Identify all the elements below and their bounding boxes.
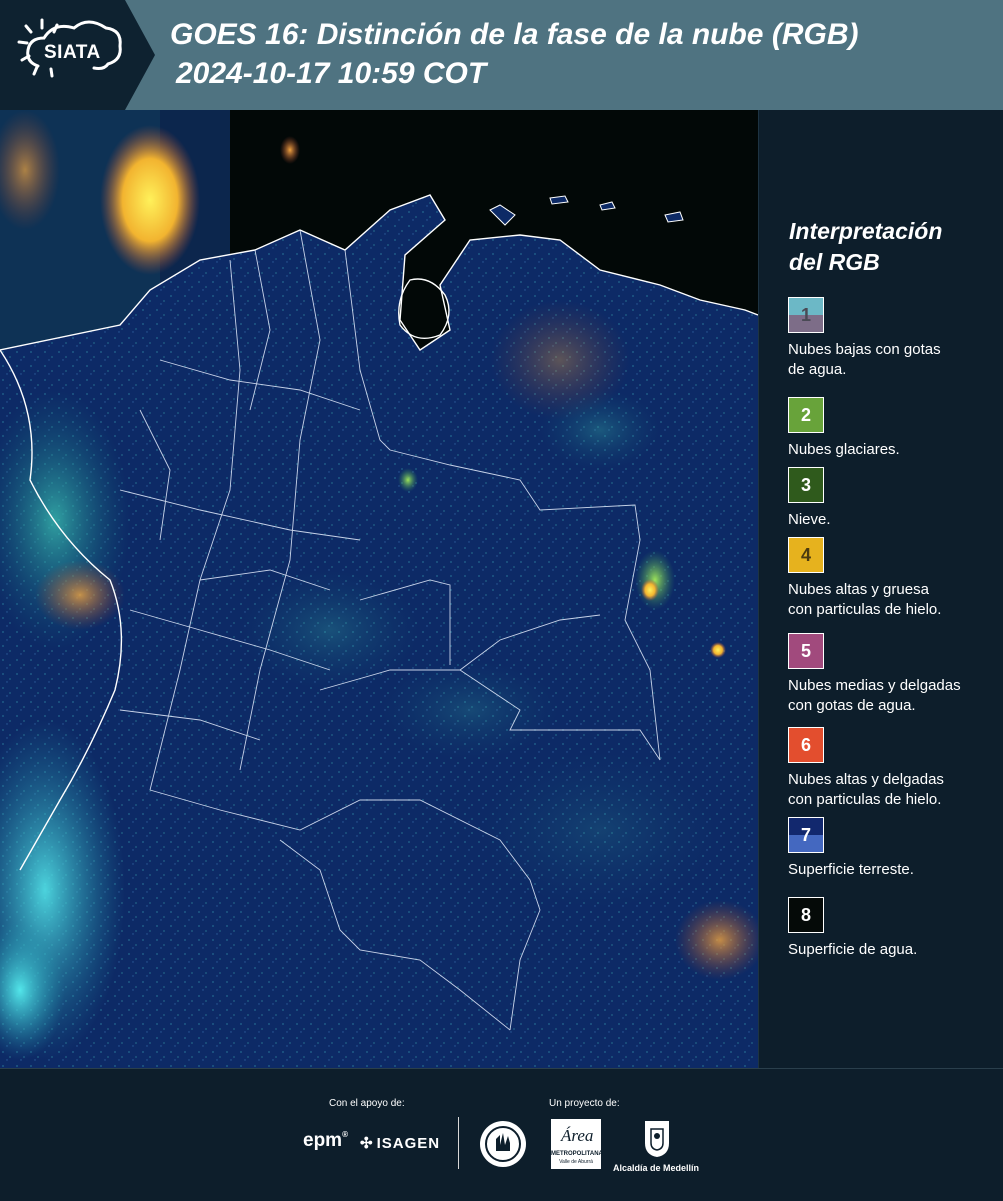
legend-label-line1: Nubes bajas con gotas (788, 341, 941, 358)
area-logo-sub1: METROPOLITANA (551, 1151, 603, 1157)
epm-logo: epm® (303, 1130, 348, 1151)
legend-panel: Interpretación del RGB 1 Nubes bajas con … (758, 110, 1003, 1068)
legend-swatch: 1 (788, 297, 824, 333)
legend-swatch: 4 (788, 537, 824, 573)
header-bar: SIATA GOES 16: Distinción de la fase de … (0, 0, 1003, 110)
legend-swatch-number: 8 (800, 905, 811, 925)
legend-swatch-number: 3 (800, 475, 811, 495)
legend-item-6: 6 Nubes altas y delgadas con particulas de… (788, 727, 1003, 810)
legend-label: Nieve. (788, 510, 1003, 530)
legend-label: Superficie terreste. (788, 860, 1003, 880)
legend-label-line1: Nubes altas y gruesa (788, 581, 929, 598)
seal-emblem-icon (480, 1121, 526, 1167)
legend-label-line1: Superficie de agua. (788, 941, 918, 958)
legend-label-line2: de agua. (788, 361, 847, 378)
project-label: Un proyecto de: (549, 1098, 620, 1109)
footer: Con el apoyo de: Un proyecto de: epm® ✣ I… (0, 1068, 1003, 1201)
legend-swatch-number: 1 (800, 305, 811, 325)
legend-swatch: 7 (788, 817, 824, 853)
legend-item-8: 8 Superficie de agua. (788, 897, 1003, 960)
legend-item-5: 5 Nubes medias y delgadas con gotas de agu… (788, 633, 1003, 716)
legend-swatch-number: 7 (800, 825, 811, 845)
legend-label: Nubes altas y delgadas con particulas de … (788, 770, 1003, 810)
alcaldia-label: Alcaldía de Medellín (613, 1163, 700, 1173)
legend-title-line2: del RGB (789, 249, 880, 275)
support-label: Con el apoyo de: (329, 1098, 405, 1109)
medellin-shield-icon (645, 1121, 669, 1157)
logo-text: SIATA (44, 42, 101, 63)
footer-divider (458, 1117, 459, 1169)
legend-label: Nubes bajas con gotas de agua. (788, 340, 1003, 380)
area-logo-text: Área (561, 1126, 594, 1145)
legend-item-2: 2 Nubes glaciares. (788, 397, 1003, 460)
map-canvas (0, 110, 758, 1068)
legend-swatch: 3 (788, 467, 824, 503)
logo-tab: SIATA (0, 0, 155, 110)
page-timestamp: 2024-10-17 10:59 COT (176, 57, 487, 90)
legend-swatch-number: 6 (800, 735, 811, 755)
isagen-logo: ✣ ISAGEN (360, 1134, 440, 1152)
legend-swatch: 2 (788, 397, 824, 433)
legend-item-4: 4 Nubes altas y gruesa con particulas de h… (788, 537, 1003, 620)
legend-label-line1: Nubes medias y delgadas (788, 677, 961, 694)
isagen-mark-icon: ✣ (360, 1135, 374, 1152)
legend-label-line1: Nubes altas y delgadas (788, 771, 944, 788)
legend-swatch: 8 (788, 897, 824, 933)
legend-item-3: 3 Nieve. (788, 467, 1003, 530)
area-metropolitana-logo: Área METROPOLITANA Valle de Aburrá (551, 1119, 603, 1169)
legend-label: Nubes altas y gruesa con particulas de hi… (788, 580, 1003, 620)
legend-item-1: 1 Nubes bajas con gotas de agua. (788, 297, 1003, 380)
isagen-logo-text: ISAGEN (376, 1135, 441, 1152)
legend-swatch-number: 2 (800, 405, 811, 425)
legend-label-line2: con gotas de agua. (788, 697, 916, 714)
satellite-map (0, 110, 758, 1068)
legend-label-line1: Nubes glaciares. (788, 441, 900, 458)
legend-label: Nubes glaciares. (788, 440, 1003, 460)
legend-label-line2: con particulas de hielo. (788, 791, 942, 808)
legend-label-line1: Nieve. (788, 511, 831, 528)
legend-label-line2: con particulas de hielo. (788, 601, 942, 618)
legend-swatch: 6 (788, 727, 824, 763)
legend-title: Interpretación del RGB (789, 216, 989, 278)
epm-logo-text: epm (303, 1130, 343, 1151)
page-title: GOES 16: Distinción de la fase de la nub… (170, 18, 859, 51)
legend-swatch-number: 4 (800, 545, 811, 565)
area-logo-sub2: Valle de Aburrá (559, 1159, 593, 1165)
legend-title-line1: Interpretación (789, 218, 943, 244)
legend-label: Nubes medias y delgadas con gotas de agua… (788, 676, 1003, 716)
legend-label: Superficie de agua. (788, 940, 1003, 960)
legend-swatch-number: 5 (800, 641, 811, 661)
legend-swatch: 5 (788, 633, 824, 669)
legend-item-7: 7 Superficie terreste. (788, 817, 1003, 880)
legend-label-line1: Superficie terreste. (788, 861, 914, 878)
